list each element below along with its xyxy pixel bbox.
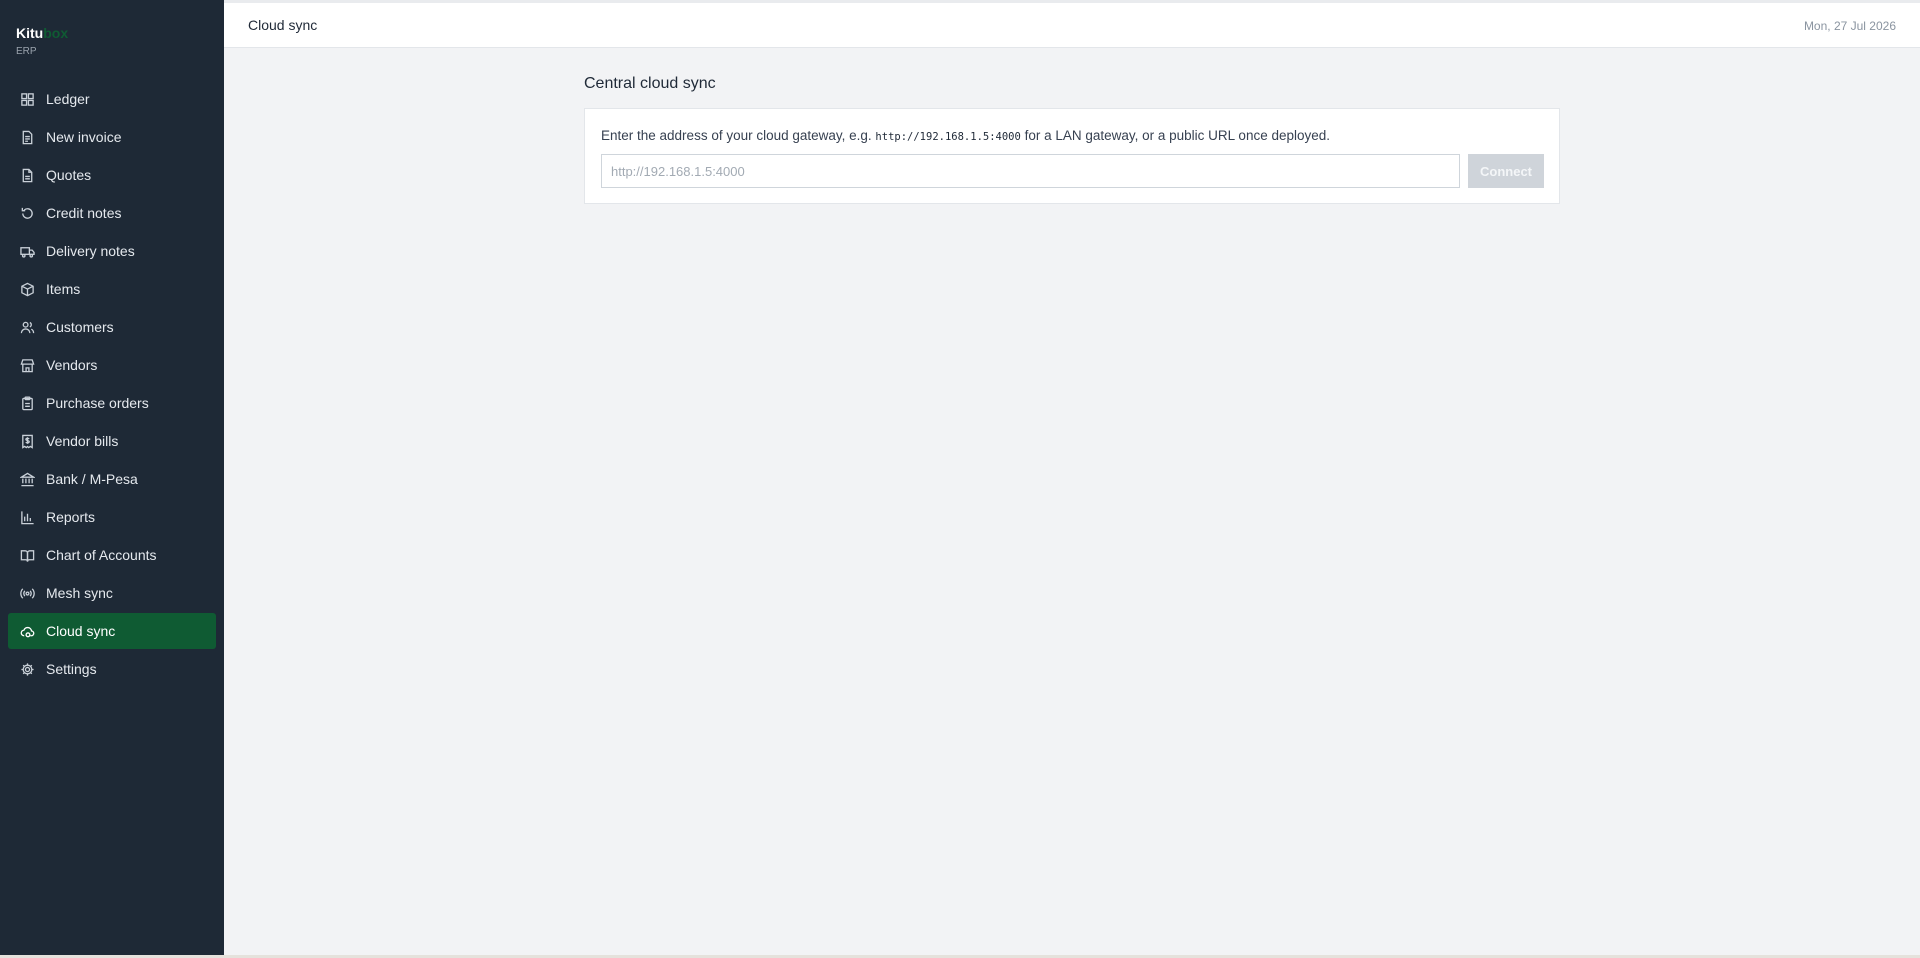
sidebar-item-label: Items (46, 281, 81, 297)
sidebar-item-bank-mpesa[interactable]: Bank / M-Pesa (8, 461, 216, 497)
gateway-description: Enter the address of your cloud gateway,… (601, 128, 1330, 143)
sidebar-item-label: Cloud sync (46, 623, 116, 639)
sidebar-item-reports[interactable]: Reports (8, 499, 216, 535)
file-icon (20, 168, 35, 183)
file-text-icon (20, 130, 35, 145)
brand-subtitle: ERP (16, 46, 37, 57)
sidebar-item-new-invoice[interactable]: New invoice (8, 119, 216, 155)
sidebar-item-label: Vendors (46, 357, 98, 373)
grid-icon (20, 92, 35, 107)
sidebar-item-label: Purchase orders (46, 395, 149, 411)
brand-logo: Kitubox ERP (16, 25, 68, 58)
sidebar-item-quotes[interactable]: Quotes (8, 157, 216, 193)
sidebar-item-label: Reports (46, 509, 96, 525)
sidebar-item-delivery-notes[interactable]: Delivery notes (8, 233, 216, 269)
connect-button[interactable]: Connect (1468, 154, 1544, 188)
sidebar-item-purchase-orders[interactable]: Purchase orders (8, 385, 216, 421)
sidebar-item-customers[interactable]: Customers (8, 309, 216, 345)
brand-name-accent: box (43, 25, 69, 41)
receipt-icon (20, 434, 35, 449)
example-url-code: http://192.168.1.5:4000 (875, 131, 1021, 143)
sidebar-item-ledger[interactable]: Ledger (8, 81, 216, 117)
package-icon (20, 282, 35, 297)
sidebar-item-chart-of-accounts[interactable]: Chart of Accounts (8, 537, 216, 573)
book-open-icon (20, 548, 35, 563)
sidebar-item-label: Ledger (46, 91, 90, 107)
description-text-before: Enter the address of your cloud gateway,… (601, 128, 876, 143)
sidebar-item-label: Settings (46, 661, 97, 677)
page-title: Cloud sync (248, 17, 318, 33)
app-root: Kitubox ERP Ledger New invoice Quotes Cr… (0, 0, 1920, 958)
truck-icon (20, 244, 35, 259)
cloud-sync-card: Enter the address of your cloud gateway,… (584, 108, 1560, 204)
sidebar-item-cloud-sync[interactable]: Cloud sync (8, 613, 216, 649)
sidebar-item-label: Vendor bills (46, 433, 119, 449)
cloud-icon (20, 624, 35, 639)
sidebar-item-vendors[interactable]: Vendors (8, 347, 216, 383)
gateway-url-input[interactable] (601, 154, 1460, 188)
users-icon (20, 320, 35, 335)
bank-icon (20, 472, 35, 487)
sidebar-item-label: Delivery notes (46, 243, 135, 259)
brand-name-main: Kitu (16, 25, 44, 41)
clipboard-icon (20, 395, 35, 411)
sidebar-nav: Ledger New invoice Quotes Credit notes D… (8, 81, 216, 689)
store-icon (20, 358, 35, 373)
sidebar-item-label: Mesh sync (46, 585, 113, 601)
sidebar-item-label: Bank / M-Pesa (46, 471, 138, 487)
sidebar-item-mesh-sync[interactable]: Mesh sync (8, 575, 216, 611)
sidebar-item-credit-notes[interactable]: Credit notes (8, 195, 216, 231)
sidebar-item-settings[interactable]: Settings (8, 651, 216, 687)
sidebar-item-label: Chart of Accounts (46, 547, 157, 563)
sidebar-item-label: Quotes (46, 167, 92, 183)
sidebar-item-label: Customers (46, 319, 114, 335)
sidebar-item-vendor-bills[interactable]: Vendor bills (8, 423, 216, 459)
sidebar: Kitubox ERP Ledger New invoice Quotes Cr… (0, 0, 224, 955)
rotate-ccw-icon (20, 206, 35, 221)
top-header: Cloud sync Mon, 27 Jul 2026 (224, 3, 1920, 48)
brand-name: Kitubox (16, 25, 68, 42)
sidebar-item-label: Credit notes (46, 205, 122, 221)
bar-chart-icon (20, 510, 35, 525)
sidebar-item-items[interactable]: Items (8, 271, 216, 307)
gear-icon (20, 662, 35, 677)
sidebar-item-label: New invoice (46, 129, 122, 145)
radio-icon (20, 586, 35, 601)
description-text-after: for a LAN gateway, or a public URL once … (1020, 128, 1331, 143)
header-date: Mon, 27 Jul 2026 (1803, 19, 1896, 33)
section-title: Central cloud sync (584, 75, 716, 92)
